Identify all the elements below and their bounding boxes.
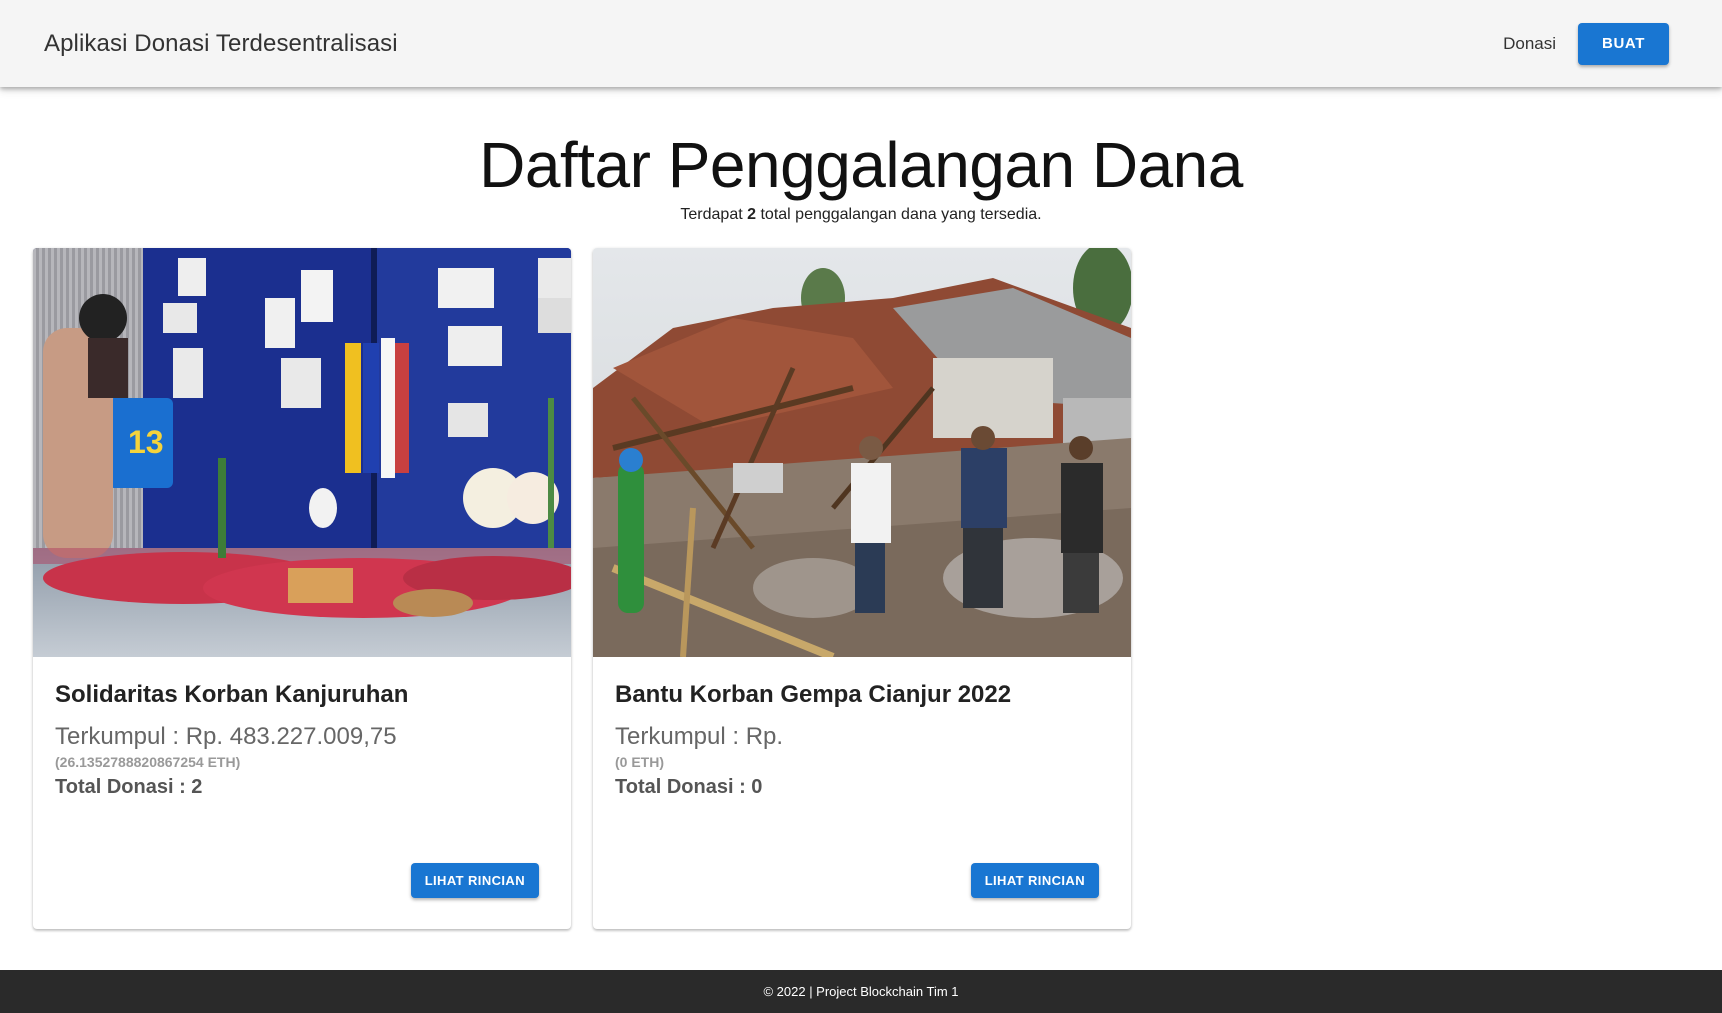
create-button[interactable]: BUAT	[1578, 22, 1669, 65]
campaign-title: Solidaritas Korban Kanjuruhan	[55, 681, 409, 708]
memorial-photo: 13	[33, 248, 571, 657]
page-title: Daftar Penggalangan Dana	[479, 129, 1243, 201]
card-actions: LIHAT RINCIAN	[410, 863, 539, 898]
raised-amount: Terkumpul : Rp.	[615, 723, 784, 750]
card-actions: LIHAT RINCIAN	[970, 863, 1099, 898]
campaign-card: 13 Solidaritas Korban Kanjuruhan Terkump…	[33, 248, 571, 929]
campaign-list: 13 Solidaritas Korban Kanjuruhan Terkump…	[33, 248, 1131, 929]
raised-eth: (26.1352788820867254 ETH)	[55, 754, 241, 770]
raised-amount: Terkumpul : Rp. 483.227.009,75	[55, 723, 397, 750]
card-body: Bantu Korban Gempa Cianjur 2022 Terkumpu…	[593, 657, 1131, 799]
campaign-image-cianjur	[593, 248, 1131, 657]
campaign-title: Bantu Korban Gempa Cianjur 2022	[615, 681, 1012, 708]
app-bar: Aplikasi Donasi Terdesentralisasi Donasi…	[0, 0, 1722, 87]
subtitle-prefix: Terdapat	[680, 206, 748, 223]
subtitle-suffix: total penggalangan dana yang tersedia.	[756, 206, 1042, 223]
card-body: Solidaritas Korban Kanjuruhan Terkumpul …	[33, 657, 571, 799]
footer: © 2022 | Project Blockchain Tim 1	[0, 970, 1722, 1013]
raised-eth: (0 ETH)	[615, 754, 664, 770]
campaign-image-kanjuruhan: 13	[33, 248, 571, 657]
page-header: Daftar Penggalangan Dana Terdapat 2 tota…	[0, 128, 1722, 224]
footer-text: © 2022 | Project Blockchain Tim 1	[763, 984, 959, 999]
view-details-button[interactable]: LIHAT RINCIAN	[410, 863, 539, 898]
view-details-button[interactable]: LIHAT RINCIAN	[970, 863, 1099, 898]
svg-text:13: 13	[128, 424, 164, 460]
page-subtitle: Terdapat 2 total penggalangan dana yang …	[0, 206, 1722, 224]
nav-donasi-link[interactable]: Donasi	[1503, 34, 1556, 54]
total-donations: Total Donasi : 2	[55, 776, 203, 798]
nav-right: Donasi BUAT	[1503, 22, 1669, 65]
app-brand[interactable]: Aplikasi Donasi Terdesentralisasi	[44, 30, 398, 58]
total-donations: Total Donasi : 0	[615, 776, 763, 798]
campaign-card: Bantu Korban Gempa Cianjur 2022 Terkumpu…	[593, 248, 1131, 929]
campaign-count: 2	[747, 206, 757, 223]
earthquake-photo	[593, 248, 1131, 657]
